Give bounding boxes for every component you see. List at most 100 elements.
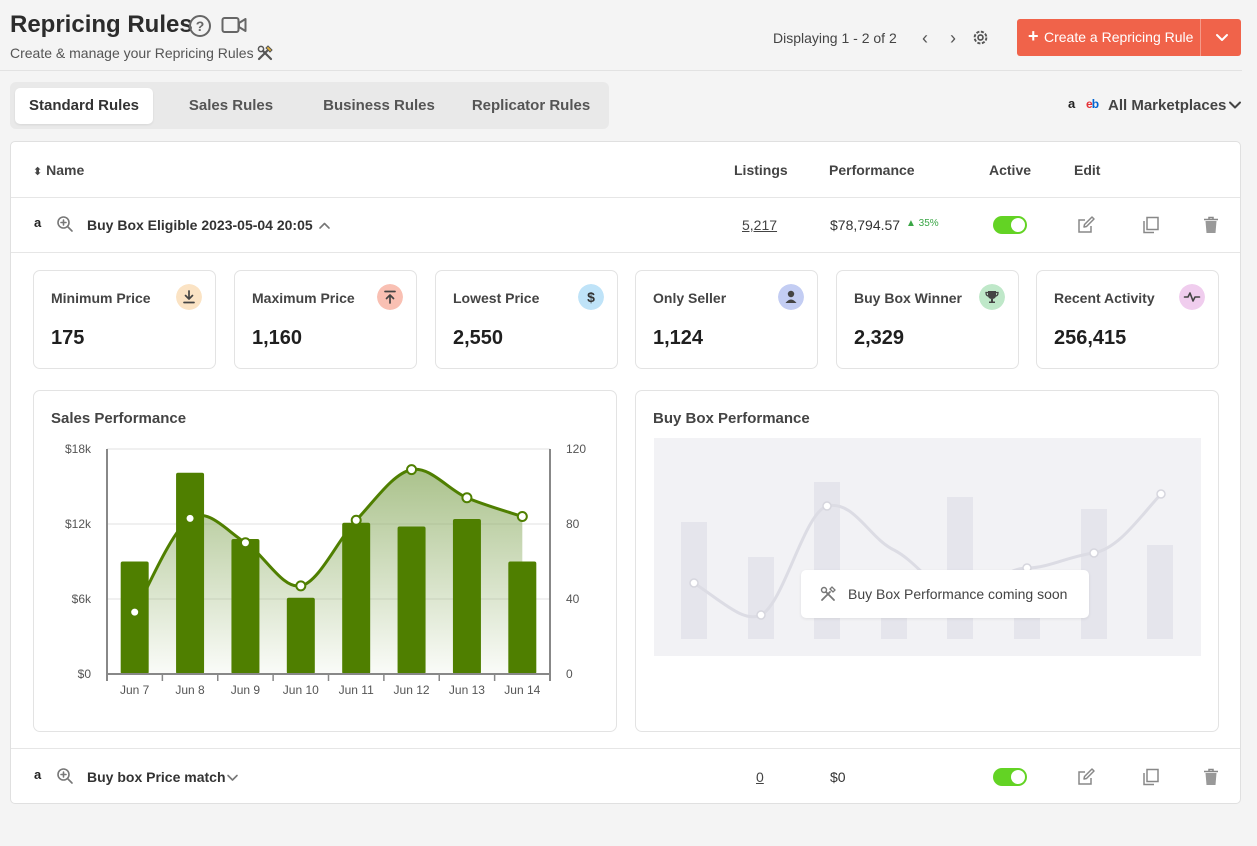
- download-icon: [176, 284, 202, 310]
- bar: [397, 526, 426, 674]
- tools-icon: [257, 45, 273, 61]
- stat-label: Buy Box Winner: [854, 290, 962, 306]
- user-icon: [778, 284, 804, 310]
- data-point: [184, 512, 196, 524]
- stat-value: 175: [51, 327, 85, 349]
- stat-value: 1,124: [653, 327, 704, 349]
- activity-icon: [1179, 284, 1205, 310]
- stat-value: 2,329: [854, 327, 905, 349]
- bar: [452, 519, 481, 674]
- marketplace-label: All Marketplaces: [1108, 97, 1227, 114]
- copy-icon[interactable]: [1141, 215, 1161, 235]
- trash-icon[interactable]: [1201, 767, 1221, 787]
- x-axis-tick-label: Jun 8: [175, 683, 205, 697]
- stat-label: Maximum Price: [252, 290, 355, 306]
- tab-standard-rules[interactable]: Standard Rules: [15, 88, 153, 124]
- divider: [11, 252, 1240, 253]
- prev-page-button[interactable]: ‹: [917, 28, 933, 48]
- bar: [508, 561, 537, 674]
- pagination-summary: Displaying 1 - 2 of 2: [773, 30, 897, 46]
- zoom-in-icon[interactable]: [56, 767, 74, 785]
- name-column-header[interactable]: ⬍ Name: [33, 162, 84, 178]
- button-divider: [1200, 19, 1201, 56]
- bar: [286, 597, 315, 674]
- plus-icon: +: [1028, 26, 1039, 46]
- rule-name[interactable]: Buy box Price match: [87, 769, 226, 785]
- toggle-knob: [1011, 770, 1025, 784]
- x-axis-tick-label: Jun 11: [339, 683, 374, 697]
- data-point: [239, 537, 251, 549]
- page-title: Repricing Rules: [10, 11, 193, 38]
- dollar-icon: $: [578, 284, 604, 310]
- stat-card-minimum-price: Minimum Price 175: [33, 270, 216, 369]
- data-point: [516, 511, 528, 522]
- active-column-header: Active: [989, 162, 1032, 178]
- rule-name[interactable]: Buy Box Eligible 2023-05-04 20:05: [87, 217, 313, 233]
- coming-soon-message: Buy Box Performance coming soon: [801, 570, 1089, 618]
- bar: [231, 539, 260, 674]
- tab-sales-rules[interactable]: Sales Rules: [161, 88, 301, 124]
- chevron-down-icon[interactable]: [226, 771, 239, 784]
- video-icon[interactable]: [221, 15, 247, 35]
- x-axis-tick-label: Jun 14: [504, 683, 540, 697]
- sales-performance-chart: $0 0 $6k 40 $12k 80 $18k 120 Jun 7 Jun 8 Jun 9 Jun …: [65, 442, 586, 697]
- rules-table: ⬍ Name Listings Performance Active Edit …: [10, 141, 1241, 804]
- chevron-down-icon[interactable]: [1214, 29, 1230, 45]
- stat-label: Recent Activity: [1054, 290, 1155, 306]
- help-icon[interactable]: ?: [189, 15, 211, 37]
- tab-replicator-rules[interactable]: Replicator Rules: [457, 88, 605, 124]
- toggle-knob: [1011, 218, 1025, 232]
- chart-placeholder: Buy Box Performance coming soon: [654, 438, 1201, 656]
- performance-column-header: Performance: [829, 162, 915, 178]
- tools-icon: [820, 586, 836, 601]
- placeholder-graphic: [681, 482, 1173, 639]
- edit-column-header: Edit: [1074, 162, 1101, 178]
- stat-label: Minimum Price: [51, 290, 151, 306]
- y-axis-tick-label: $12k: [65, 517, 92, 531]
- stat-value: 2,550: [453, 327, 504, 349]
- rule-tabs: Standard Rules Sales Rules Business Rule…: [10, 82, 609, 129]
- upload-icon: [377, 284, 403, 310]
- stat-card-recent-activity: Recent Activity 256,415: [1036, 270, 1219, 369]
- data-point: [129, 606, 141, 618]
- data-point: [406, 464, 418, 476]
- data-point: [350, 514, 362, 526]
- stat-label: Lowest Price: [453, 290, 540, 306]
- performance-change: ▲ 35%: [906, 218, 939, 229]
- listings-link[interactable]: 5,217: [742, 217, 777, 233]
- bar: [176, 472, 205, 674]
- amazon-icon: a: [1068, 96, 1076, 111]
- edit-icon[interactable]: [1076, 215, 1096, 235]
- copy-icon[interactable]: [1141, 767, 1161, 787]
- create-rule-button[interactable]: + Create a Repricing Rule: [1017, 19, 1241, 56]
- x-axis-tick-label: Jun 13: [449, 683, 485, 697]
- y2-axis-tick-label: 80: [566, 517, 580, 531]
- page-subtitle: Create & manage your Repricing Rules: [10, 45, 254, 61]
- x-axis-tick-label: Jun 9: [231, 683, 261, 697]
- bar: [342, 522, 371, 674]
- chevron-down-icon: [1229, 101, 1241, 109]
- data-point: [461, 492, 473, 504]
- stat-card-buy-box-winner: Buy Box Winner 2,329: [836, 270, 1019, 369]
- y2-axis-tick-label: 0: [566, 667, 573, 681]
- data-point: [295, 580, 307, 592]
- stat-label: Only Seller: [653, 290, 727, 306]
- chevron-up-icon[interactable]: [318, 219, 331, 232]
- stat-card-only-seller: Only Seller 1,124: [635, 270, 818, 369]
- y-axis-tick-label: $18k: [65, 442, 92, 456]
- y2-axis-tick-label: 40: [566, 592, 580, 606]
- active-toggle[interactable]: [993, 216, 1027, 234]
- trophy-icon: [979, 284, 1005, 310]
- zoom-in-icon[interactable]: [56, 215, 74, 233]
- sales-performance-card: Sales Performance $0 0 $6k 40 $12k 80 $18k 120 J…: [33, 390, 617, 732]
- page-header: Repricing Rules ? Create & manage your R…: [0, 0, 1242, 71]
- listings-link[interactable]: 0: [756, 769, 764, 785]
- performance-value: $78,794.57: [830, 217, 901, 233]
- stat-value: 256,415: [1054, 327, 1127, 349]
- tab-business-rules[interactable]: Business Rules: [308, 88, 450, 124]
- edit-icon[interactable]: [1076, 767, 1096, 787]
- active-toggle[interactable]: [993, 768, 1027, 786]
- gear-icon[interactable]: [971, 28, 990, 47]
- next-page-button[interactable]: ›: [945, 28, 961, 48]
- trash-icon[interactable]: [1201, 215, 1221, 235]
